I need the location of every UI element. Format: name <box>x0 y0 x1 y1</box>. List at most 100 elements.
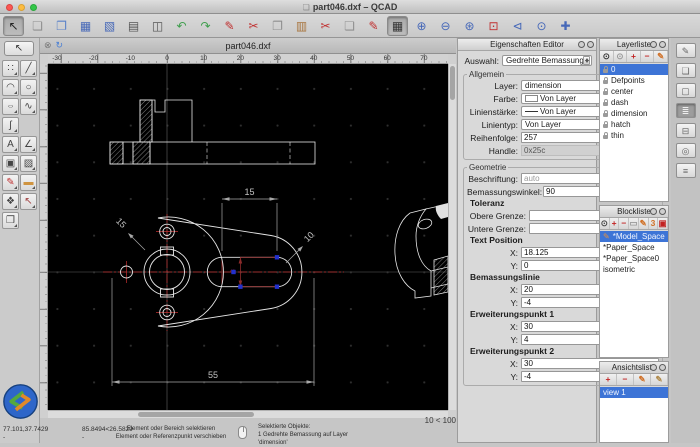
thin[interactable]: thin <box>600 130 668 141</box>
dimensions[interactable]: 15 55 15 10 <box>111 187 316 386</box>
tool-arc[interactable]: ◠ <box>2 79 19 96</box>
tool-polyline[interactable]: ʃ <box>2 117 19 134</box>
undo-button[interactable]: ↶ <box>171 16 192 36</box>
view-list: view 1 <box>600 387 668 442</box>
zoom-window-button[interactable]: ⊡ <box>483 16 504 36</box>
tool-viewport[interactable]: ▣ <box>2 155 19 172</box>
pan-button[interactable]: ✚ <box>555 16 576 36</box>
close-panel-icon[interactable] <box>587 41 594 48</box>
remove-block-button[interactable]: − <box>619 218 630 229</box>
hide-all-layers-button[interactable]: ⊙ <box>614 51 628 62</box>
tool-point[interactable]: ∷ <box>2 60 19 77</box>
edit-view-button[interactable]: ✎ <box>634 374 651 385</box>
grid-toggle-button[interactable]: ▦ <box>387 15 408 36</box>
x-label: X: <box>509 247 518 258</box>
tool-image[interactable]: ▨ <box>20 155 37 172</box>
redo-button[interactable]: ↷ <box>195 16 216 36</box>
vertical-scroll-thumb[interactable] <box>450 66 455 100</box>
close-block-edit-button[interactable]: ▣ <box>658 218 669 229</box>
toggle-property-editor-button[interactable]: ✎ <box>675 43 696 58</box>
center[interactable]: center <box>600 86 668 97</box>
side-view[interactable] <box>109 99 316 165</box>
toggle-layer-list-button[interactable]: ❏ <box>675 63 696 78</box>
toggle-misc-panel-button[interactable]: ≡ <box>675 163 696 178</box>
tool-circle[interactable]: ○ <box>20 79 37 96</box>
add-layer-button[interactable]: + <box>627 51 641 62</box>
toggle-command-line-button[interactable]: ⊟ <box>675 123 696 138</box>
*Model_Space[interactable]: ✎ *Model_Space <box>600 231 668 242</box>
zoom-out-button[interactable]: ⊖ <box>435 16 456 36</box>
tool-text[interactable]: A <box>2 136 19 153</box>
zoom-in-button[interactable]: ⊕ <box>411 16 432 36</box>
close-panel-icon[interactable] <box>659 364 666 371</box>
qcad-window: { "window": { "title": "part046.dxf – QC… <box>0 0 700 446</box>
tool-ellipse[interactable]: ○ <box>2 98 19 115</box>
save-button[interactable]: ▦ <box>75 16 96 36</box>
new-file-button[interactable]: ❏ <box>27 16 48 36</box>
add-view-button[interactable]: + <box>600 374 617 385</box>
remove-layer-button[interactable]: − <box>641 51 655 62</box>
property-pen-button[interactable]: ✎ <box>363 16 384 36</box>
horizontal-scroll-thumb[interactable] <box>138 412 254 417</box>
tool-select[interactable]: ↖ <box>20 193 37 210</box>
tool-modify[interactable]: ❖ <box>2 193 19 210</box>
tool-line[interactable]: ╱ <box>20 60 37 77</box>
edit-block-button[interactable]: ✎ <box>639 218 649 229</box>
tab-drawing[interactable]: part046.dxf <box>40 41 456 51</box>
paste-with-reference-button[interactable]: ❏ <box>339 16 360 36</box>
float-panel-icon[interactable] <box>650 364 657 371</box>
remove-view-button[interactable]: − <box>617 374 634 385</box>
isometric-view[interactable] <box>394 203 448 299</box>
selection-arrow-button[interactable]: ↖ <box>3 15 24 36</box>
toggle-library-browser-button[interactable]: ≣ <box>675 103 696 118</box>
horizontal-scrollbar[interactable] <box>48 410 448 418</box>
open-file-button[interactable]: ❐ <box>51 16 72 36</box>
restore-view-button[interactable]: ✎ <box>651 374 668 385</box>
print-button[interactable]: ▤ <box>123 16 144 36</box>
tool-3d-box[interactable]: ❒ <box>2 212 19 229</box>
*Paper_Space[interactable]: ✎*Paper_Space <box>600 242 668 253</box>
selection-combo[interactable]: Gedrehte Bemassung (1) <box>502 55 592 66</box>
tool-hatch[interactable]: ✎ <box>2 174 19 191</box>
cut-with-reference-button[interactable]: ✂ <box>315 16 336 36</box>
toggle-block-list-button[interactable]: ▢ <box>675 83 696 98</box>
dimension[interactable]: dimension <box>600 108 668 119</box>
zoom-window-button-mac[interactable] <box>30 4 37 11</box>
float-panel-icon[interactable] <box>650 208 657 215</box>
close-window-button[interactable] <box>6 4 13 11</box>
tool-spline[interactable]: ∿ <box>20 98 37 115</box>
block-attributes-button[interactable]: ▭ <box>629 218 639 229</box>
selection-tool-button[interactable]: ↖ <box>4 41 34 56</box>
tool-solid-fill[interactable]: ▬ <box>20 174 37 191</box>
tool-dimension[interactable]: ∠ <box>20 136 37 153</box>
print-preview-button[interactable]: ◫ <box>147 16 168 36</box>
close-panel-icon[interactable] <box>659 208 666 215</box>
cut-button[interactable]: ✂ <box>243 16 264 36</box>
previous-view-button[interactable]: ⊲ <box>507 16 528 36</box>
add-block-button[interactable]: + <box>610 218 620 229</box>
edit-pencil-button[interactable]: ✎ <box>219 16 240 36</box>
0[interactable]: 0 <box>600 64 668 75</box>
toggle-selection-filter-button[interactable]: ◎ <box>675 143 696 158</box>
minimize-window-button[interactable] <box>18 4 25 11</box>
drawing-canvas[interactable]: 15 55 15 10 8 <box>48 64 448 410</box>
copy-button[interactable]: ❐ <box>267 16 288 36</box>
save-as-button[interactable]: ▧ <box>99 16 120 36</box>
float-panel-icon[interactable] <box>578 41 585 48</box>
*Paper_Space0[interactable]: ✎*Paper_Space0 <box>600 253 668 264</box>
float-panel-icon[interactable] <box>650 41 657 48</box>
Defpoints[interactable]: Defpoints <box>600 75 668 86</box>
edit-layer-button[interactable]: ✎ <box>654 51 668 62</box>
block-xyz-button[interactable]: 3 <box>649 218 659 229</box>
zoom-page-button[interactable]: ⊙ <box>531 16 552 36</box>
isometric[interactable]: ✎isometric <box>600 264 668 275</box>
hatch[interactable]: hatch <box>600 119 668 130</box>
auto-zoom-button[interactable]: ⊛ <box>459 16 480 36</box>
view 1[interactable]: view 1 <box>600 387 668 398</box>
vertical-scrollbar[interactable] <box>448 64 456 410</box>
show-all-layers-button[interactable]: ⊙ <box>600 51 614 62</box>
dash[interactable]: dash <box>600 97 668 108</box>
show-all-blocks-button[interactable]: ⊙ <box>600 218 610 229</box>
paste-button[interactable]: ▥ <box>291 16 312 36</box>
close-panel-icon[interactable] <box>659 41 666 48</box>
